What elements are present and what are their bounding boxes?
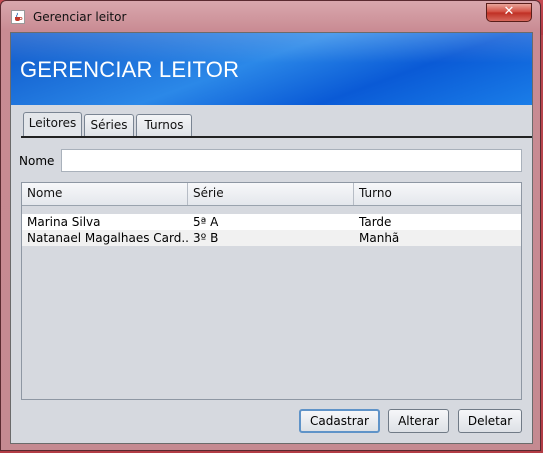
java-cup-icon [11,10,25,24]
tab-label: Turnos [144,118,184,132]
column-header-serie[interactable]: Série [188,183,354,205]
delete-button[interactable]: Deletar [458,409,522,433]
name-label: Nome [19,154,55,168]
cell-nome: Marina Silva [27,215,101,229]
cell-turno: Manhã [359,231,400,245]
cell-nome: Natanael Magalhaes Card... [27,231,188,245]
dialog-window: Gerenciar leitor ✕ GERENCIAR LEITOR Leit… [0,0,541,451]
cell-serie: 3º B [193,231,219,245]
title-bar[interactable]: Gerenciar leitor ✕ [1,1,542,33]
readers-table[interactable]: Nome Série Turno Marina Silva 5ª A Tarde… [21,182,522,400]
edit-button[interactable]: Alterar [388,409,449,433]
tab-label: Leitores [28,116,77,130]
close-button[interactable]: ✕ [486,3,532,22]
tab-label: Séries [90,118,128,132]
table-header: Nome Série Turno [22,183,521,206]
window-title: Gerenciar leitor [33,10,127,24]
table-row[interactable]: Marina Silva 5ª A Tarde [22,214,521,230]
content-panel: GERENCIAR LEITOR Leitores Séries Turnos … [10,32,533,444]
tab-strip: Leitores Séries Turnos [11,111,532,137]
cell-serie: 5ª A [193,215,219,229]
tab-divider [21,136,532,138]
name-field[interactable] [61,149,522,172]
cell-turno: Tarde [359,215,392,229]
column-header-turno[interactable]: Turno [354,183,521,205]
header-banner: GERENCIAR LEITOR [11,33,532,105]
tab-leitores[interactable]: Leitores [23,112,82,137]
close-icon: ✕ [503,4,515,19]
tab-turnos[interactable]: Turnos [136,114,192,136]
page-title: GERENCIAR LEITOR [20,57,240,82]
tab-series[interactable]: Séries [84,114,134,136]
register-button[interactable]: Cadastrar [299,409,380,433]
column-header-nome[interactable]: Nome [22,183,188,205]
table-row[interactable]: Natanael Magalhaes Card... 3º B Manhã [22,230,521,246]
